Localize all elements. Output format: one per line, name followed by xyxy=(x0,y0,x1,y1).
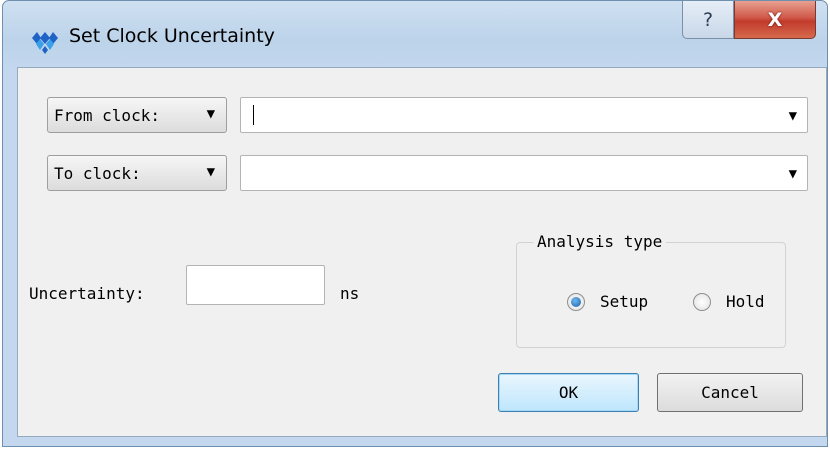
to-clock-selector[interactable]: To clock: ▼ xyxy=(47,155,227,191)
to-clock-combobox[interactable]: ▼ xyxy=(240,155,808,191)
ok-button-label: OK xyxy=(558,383,579,402)
close-icon: X xyxy=(767,8,783,31)
uncertainty-unit: ns xyxy=(340,284,360,303)
ok-button[interactable]: OK xyxy=(498,373,639,412)
help-icon: ? xyxy=(702,8,714,31)
title-bar: Set Clock Uncertainty ? X xyxy=(3,1,827,69)
hold-radio-label[interactable]: Hold xyxy=(726,292,765,311)
help-button[interactable]: ? xyxy=(682,1,734,39)
chevron-down-icon: ▼ xyxy=(206,106,215,122)
from-clock-selector-label: From clock: xyxy=(54,105,160,125)
chevron-down-icon: ▼ xyxy=(206,164,215,180)
cancel-button-label: Cancel xyxy=(701,383,759,402)
uncertainty-input[interactable] xyxy=(186,265,325,305)
from-clock-selector[interactable]: From clock: ▼ xyxy=(47,97,227,133)
hold-radio[interactable] xyxy=(693,293,711,311)
radio-selected-icon xyxy=(571,297,581,307)
app-logo-icon xyxy=(32,32,58,54)
setup-radio-label[interactable]: Setup xyxy=(600,292,648,311)
close-button[interactable]: X xyxy=(734,1,816,39)
window-title: Set Clock Uncertainty xyxy=(69,25,275,47)
dropdown-arrow-icon[interactable]: ▼ xyxy=(789,166,797,182)
text-cursor xyxy=(253,105,254,125)
dropdown-arrow-icon[interactable]: ▼ xyxy=(789,108,797,124)
to-clock-selector-label: To clock: xyxy=(54,163,141,183)
cancel-button[interactable]: Cancel xyxy=(657,373,803,412)
uncertainty-label: Uncertainty: xyxy=(29,284,145,303)
from-clock-combobox[interactable]: ▼ xyxy=(240,97,808,133)
setup-radio[interactable] xyxy=(567,293,585,311)
analysis-type-title: Analysis type xyxy=(533,232,667,251)
